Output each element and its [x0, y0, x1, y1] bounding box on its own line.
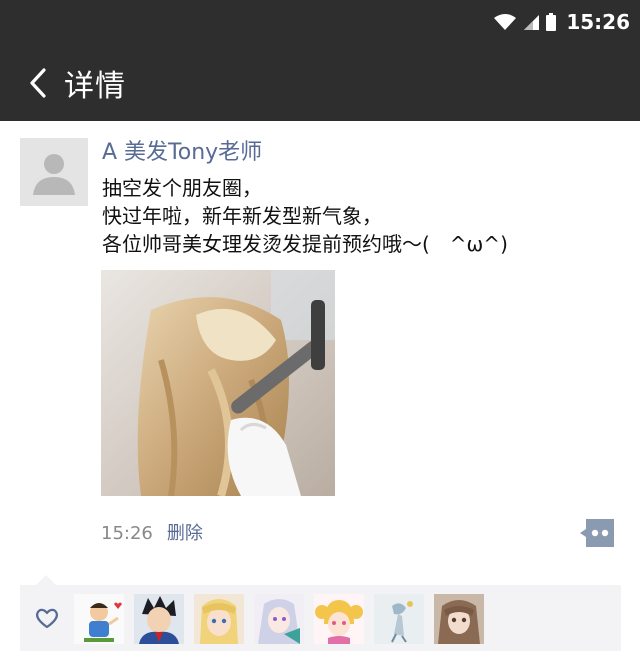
status-bar: 15:26	[494, 8, 630, 36]
likes-panel	[20, 585, 621, 651]
author-avatar[interactable]	[20, 138, 88, 206]
post-photo[interactable]	[101, 270, 335, 496]
post-line: 抽空发个朋友圈，	[102, 176, 262, 200]
page-title: 详情	[64, 69, 126, 104]
liker-avatar[interactable]	[134, 594, 184, 644]
anime-sketch-avatar	[374, 594, 424, 644]
anime-blonde-girl-avatar	[194, 594, 244, 644]
comment-more-button[interactable]	[580, 519, 614, 547]
liker-avatar[interactable]	[194, 594, 244, 644]
back-arrow-icon	[30, 68, 46, 98]
battery-icon	[546, 13, 557, 31]
top-bar: 15:26 详情	[0, 0, 640, 121]
post-line: 各位帅哥美女理发烫发提前预约哦～( ^ω^)	[102, 232, 508, 256]
post-line: 快过年啦，新年新发型新气象，	[102, 204, 382, 228]
back-button[interactable]	[18, 63, 58, 103]
anime-silver-hair-avatar	[254, 594, 304, 644]
heart-icon	[36, 608, 58, 629]
moment-post: A 美发Tony老师 抽空发个朋友圈， 快过年啦，新年新发型新气象， 各位帅哥美…	[102, 138, 622, 258]
delete-link[interactable]: 删除	[167, 521, 203, 547]
liker-avatar[interactable]	[374, 594, 424, 644]
anime-pigtails-avatar	[314, 594, 364, 644]
cartoon-boy-avatar	[74, 594, 124, 644]
status-time: 15:26	[566, 10, 630, 34]
likes-pointer	[36, 575, 56, 585]
liker-avatar[interactable]	[314, 594, 364, 644]
hair-curling-photo	[101, 270, 335, 496]
more-dots-icon	[580, 519, 614, 547]
anime-lawyer-avatar	[134, 594, 184, 644]
liker-avatar[interactable]	[74, 594, 124, 644]
liker-avatar[interactable]	[254, 594, 304, 644]
default-avatar-icon	[33, 154, 75, 195]
post-content: 抽空发个朋友圈， 快过年啦，新年新发型新气象， 各位帅哥美女理发烫发提前预约哦～…	[102, 174, 622, 258]
post-time: 15:26	[101, 523, 153, 544]
nav-bar: 详情	[0, 48, 640, 118]
anime-brown-hair-avatar	[434, 594, 484, 644]
author-name[interactable]: A 美发Tony老师	[102, 138, 622, 168]
wifi-icon	[494, 14, 517, 30]
post-meta: 15:26 删除	[101, 521, 203, 547]
liker-avatar[interactable]	[434, 594, 484, 644]
signal-icon	[524, 15, 540, 30]
